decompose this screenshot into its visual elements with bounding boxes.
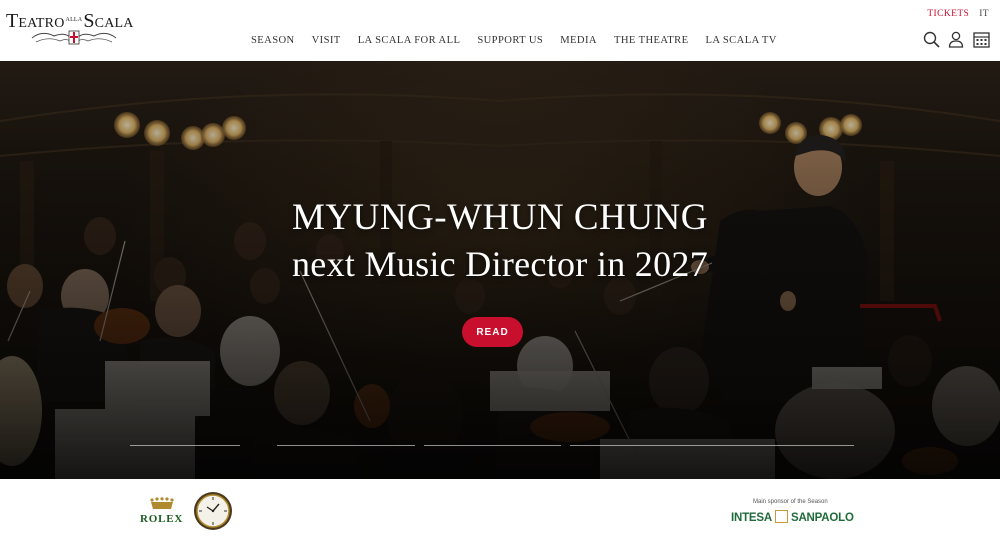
language-switch-it[interactable]: IT — [979, 9, 989, 19]
slider-indicator-4[interactable] — [570, 445, 854, 446]
top-links: TICKETS IT — [927, 9, 989, 19]
intesa-mark-icon — [774, 510, 788, 523]
nav-media[interactable]: MEDIA — [560, 35, 597, 46]
rolex-clock-icon[interactable] — [193, 491, 233, 531]
calendar-icon[interactable] — [972, 30, 990, 48]
intesa-wordmark: INTESA SANPAOLO — [731, 510, 854, 524]
nav-season[interactable]: SEASON — [251, 35, 295, 46]
rolex-crown-icon — [150, 497, 174, 509]
intesa-sanpaolo-logo[interactable]: Main sponsor of the Season INTESA SANPAOL… — [731, 499, 856, 529]
crest-icon — [31, 30, 117, 45]
read-button[interactable]: READ — [462, 317, 523, 347]
tickets-link[interactable]: TICKETS — [927, 9, 969, 19]
user-icon[interactable] — [947, 30, 965, 48]
nav-the-theatre[interactable]: THE THEATRE — [614, 35, 689, 46]
slider-indicator-3[interactable] — [424, 445, 561, 446]
intesa-right-word: SANPAOLO — [790, 512, 854, 524]
hero-banner: MYUNG-WHUN CHUNG next Music Director in … — [0, 61, 1000, 479]
slider-indicator-2[interactable] — [277, 445, 415, 446]
hero-title-line2: next Music Director in 2027 — [291, 244, 709, 284]
hero-title-line1: MYUNG-WHUN CHUNG — [292, 197, 708, 238]
rolex-logo[interactable]: ROLEX — [140, 513, 183, 525]
intesa-caption: Main sponsor of the Season — [753, 499, 828, 505]
intesa-left-word: INTESA — [731, 512, 772, 524]
nav-la-scala-tv[interactable]: LA SCALA TV — [706, 35, 777, 46]
search-icon[interactable] — [922, 30, 940, 48]
sponsors-bar: ROLEX Main sponsor of the Season INTESA S… — [0, 479, 1000, 541]
main-navigation: SEASON VISIT LA SCALA FOR ALL SUPPORT US… — [251, 35, 794, 46]
slider-indicator-1[interactable] — [130, 445, 240, 446]
nav-support-us[interactable]: SUPPORT US — [477, 35, 543, 46]
header-tools — [922, 30, 990, 48]
nav-la-scala-for-all[interactable]: LA SCALA FOR ALL — [358, 35, 461, 46]
nav-visit[interactable]: VISIT — [312, 35, 341, 46]
site-header: TeatroallaScala SEASON VISIT LA SCALA FO… — [0, 0, 1000, 61]
teatro-alla-scala-logo[interactable]: TeatroallaScala — [6, 10, 138, 50]
